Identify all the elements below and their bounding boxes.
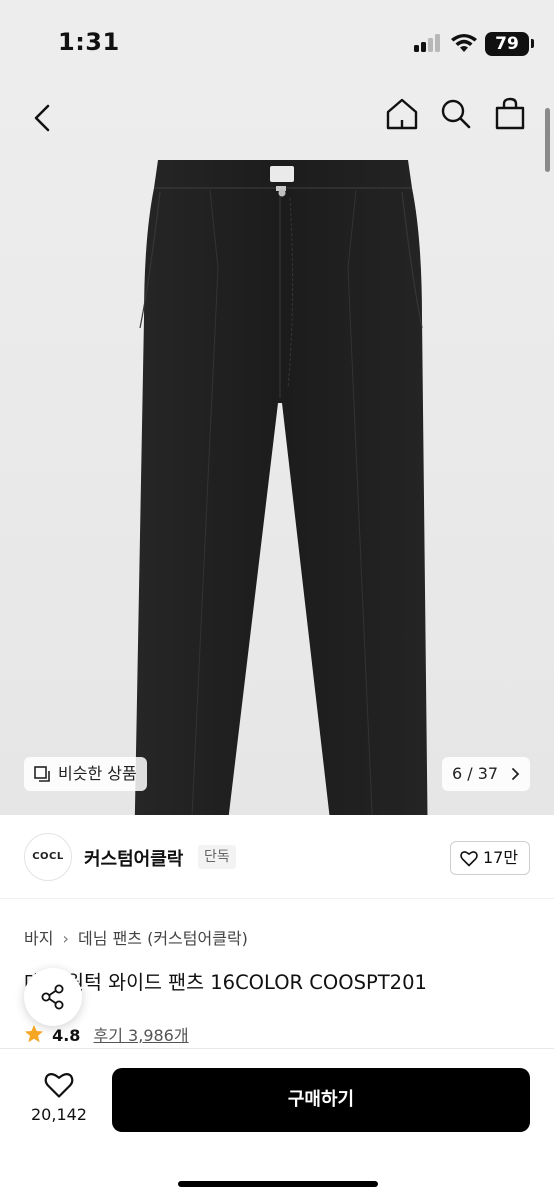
battery-tip bbox=[531, 39, 534, 48]
similar-products-button[interactable]: 비슷한 상품 bbox=[24, 757, 147, 791]
heart-icon bbox=[44, 1073, 74, 1098]
search-icon bbox=[441, 99, 471, 129]
exclusive-badge: 단독 bbox=[198, 845, 236, 869]
wifi-icon bbox=[451, 34, 477, 52]
breadcrumb-separator: › bbox=[62, 929, 69, 948]
product-title: 데님 원턱 와이드 팬츠 16COLOR COOSPT201 bbox=[24, 971, 427, 994]
star-icon bbox=[25, 1025, 43, 1043]
favorite-button[interactable]: 20,142 bbox=[24, 1067, 94, 1137]
purchase-bar: 20,142 구매하기 bbox=[0, 1048, 554, 1200]
status-time: 1:31 bbox=[58, 28, 120, 56]
breadcrumb-subcategory[interactable]: 데님 팬츠 (커스텀어클락) bbox=[78, 929, 248, 948]
breadcrumb: 바지 › 데님 팬츠 (커스텀어클락) bbox=[24, 925, 248, 949]
chevron-right-icon bbox=[512, 768, 520, 780]
home-indicator bbox=[178, 1181, 378, 1187]
brand-like-count: 17만 bbox=[483, 848, 519, 867]
search-button[interactable] bbox=[436, 94, 476, 134]
back-button[interactable] bbox=[26, 96, 62, 140]
battery-indicator: 79 bbox=[485, 32, 529, 56]
chevron-left-icon bbox=[34, 104, 50, 132]
similar-products-label: 비슷한 상품 bbox=[58, 764, 137, 783]
product-image-carousel[interactable]: 비슷한 상품 6 / 37 bbox=[0, 88, 554, 815]
product-image bbox=[134, 160, 428, 815]
image-pager-count: 6 / 37 bbox=[452, 764, 499, 783]
home-button[interactable] bbox=[382, 94, 422, 134]
share-icon bbox=[41, 984, 64, 1010]
scroll-indicator bbox=[545, 108, 550, 172]
similar-items-icon bbox=[34, 766, 50, 782]
cart-button[interactable] bbox=[490, 94, 530, 134]
brand-like-button[interactable]: 17만 bbox=[450, 841, 530, 875]
rating-row: 4.8 후기 3,986개 bbox=[24, 1022, 189, 1046]
cellular-signal-icon bbox=[414, 34, 442, 52]
brand-name[interactable]: 커스텀어클락 bbox=[84, 845, 183, 871]
brand-row: COCL 커스텀어클락 단독 17만 bbox=[0, 815, 554, 899]
status-bar: 1:31 79 bbox=[0, 0, 554, 88]
buy-button[interactable]: 구매하기 bbox=[112, 1068, 530, 1132]
share-button[interactable] bbox=[24, 968, 82, 1026]
home-icon bbox=[386, 98, 418, 130]
brand-logo[interactable]: COCL bbox=[24, 833, 72, 881]
shopping-bag-icon bbox=[495, 97, 525, 130]
breadcrumb-category[interactable]: 바지 bbox=[24, 929, 53, 948]
review-link[interactable]: 후기 3,986개 bbox=[94, 1026, 189, 1045]
heart-icon bbox=[460, 851, 478, 867]
image-pager[interactable]: 6 / 37 bbox=[442, 757, 530, 791]
rating-value: 4.8 bbox=[52, 1026, 81, 1045]
favorite-count: 20,142 bbox=[31, 1105, 87, 1124]
